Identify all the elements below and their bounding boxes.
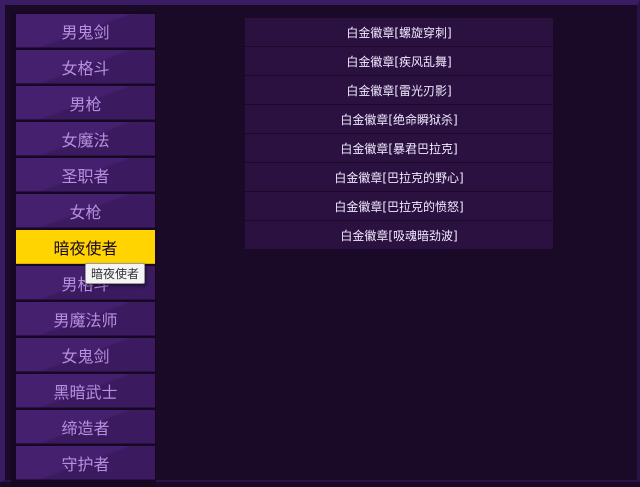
sidebar-item-female-slayer[interactable]: 女鬼剑 [16, 338, 155, 372]
sidebar-item-priest[interactable]: 圣职者 [16, 158, 155, 192]
list-item[interactable]: 白金徽章[螺旋穿刺] [245, 18, 553, 46]
sidebar-item-creator[interactable]: 缔造者 [16, 410, 155, 444]
sidebar-item-female-mage[interactable]: 女魔法 [16, 122, 155, 156]
list-item[interactable]: 白金徽章[吸魂暗劲波] [245, 221, 553, 249]
sidebar-item-male-slayer[interactable]: 男鬼剑 [16, 14, 155, 48]
sidebar-item-female-fighter[interactable]: 女格斗 [16, 50, 155, 84]
badge-list: 白金徽章[螺旋穿刺] 白金徽章[疾风乱舞] 白金徽章[雷光刃影] 白金徽章[绝命… [245, 18, 553, 250]
sidebar-item-female-gunner[interactable]: 女枪 [16, 194, 155, 228]
sidebar-item-male-gunner[interactable]: 男枪 [16, 86, 155, 120]
list-item[interactable]: 白金徽章[巴拉克的愤怒] [245, 192, 553, 220]
sidebar-item-male-mage[interactable]: 男魔法师 [16, 302, 155, 336]
tooltip: 暗夜使者 [85, 263, 146, 284]
app-frame: 男鬼剑 女格斗 男枪 女魔法 圣职者 女枪 暗夜使者 男格斗 男魔法师 女鬼剑 … [0, 0, 640, 487]
class-sidebar: 男鬼剑 女格斗 男枪 女魔法 圣职者 女枪 暗夜使者 男格斗 男魔法师 女鬼剑 … [11, 11, 156, 487]
list-item[interactable]: 白金徽章[绝命瞬狱杀] [245, 105, 553, 133]
list-item[interactable]: 白金徽章[巴拉克的野心] [245, 163, 553, 191]
sidebar-item-dark-knight[interactable]: 黑暗武士 [16, 374, 155, 408]
sidebar-item-guardian[interactable]: 守护者 [16, 446, 155, 480]
sidebar-item-thief[interactable]: 暗夜使者 [16, 230, 155, 264]
list-item[interactable]: 白金徽章[暴君巴拉克] [245, 134, 553, 162]
list-item[interactable]: 白金徽章[疾风乱舞] [245, 47, 553, 75]
list-item[interactable]: 白金徽章[雷光刃影] [245, 76, 553, 104]
